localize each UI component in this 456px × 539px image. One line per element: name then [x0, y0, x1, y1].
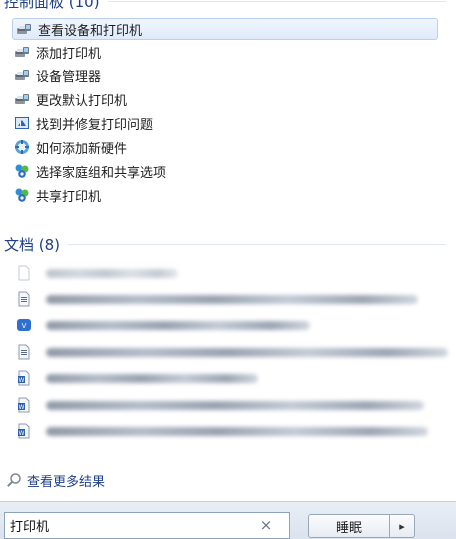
document-result[interactable]: W — [16, 396, 424, 414]
word-file-icon: W — [16, 370, 32, 386]
svg-text:W: W — [19, 404, 25, 411]
redacted-filename — [46, 294, 418, 304]
printer-icon — [14, 91, 30, 107]
divider — [68, 243, 446, 245]
see-more-label: 查看更多结果 — [27, 474, 106, 490]
clear-search-icon[interactable]: × — [257, 516, 275, 534]
divider — [107, 0, 446, 2]
visio-file-icon: V — [16, 317, 32, 333]
document-result[interactable] — [16, 343, 448, 361]
result-label: 设备管理器 — [36, 69, 102, 85]
result-label: 如何添加新硬件 — [36, 141, 128, 157]
document-file-icon — [16, 344, 32, 360]
result-label: 更改默认打印机 — [36, 93, 128, 109]
result-label: 找到并修复打印问题 — [36, 117, 154, 133]
start-menu-search-results: 控制面板 (10) 查看设备和打印机 添加打印机 设备管理器 更改默认打印机 找… — [0, 0, 456, 539]
sleep-button-label: 睡眠 — [335, 520, 362, 536]
control-panel-group-header: 控制面板 (10) — [4, 0, 446, 11]
devices-printers-icon — [16, 21, 32, 37]
document-result[interactable]: W — [16, 422, 428, 440]
search-box[interactable]: × — [4, 512, 290, 539]
document-file-icon — [16, 291, 32, 307]
document-result[interactable]: W — [16, 369, 258, 387]
result-label: 选择家庭组和共享选项 — [36, 165, 167, 181]
svg-text:V: V — [22, 322, 27, 330]
result-fix-printing-problems[interactable]: 找到并修复打印问题 — [14, 112, 153, 134]
redacted-filename — [46, 426, 428, 436]
redacted-filename — [46, 400, 424, 410]
document-result[interactable] — [16, 264, 178, 282]
documents-group-header: 文档 (8) — [4, 234, 446, 254]
result-label: 共享打印机 — [36, 189, 102, 205]
sleep-button[interactable]: 睡眠 — [308, 514, 390, 538]
word-file-icon: W — [16, 423, 32, 439]
search-bottom-bar: × 睡眠 ▸ — [0, 501, 456, 539]
blank-file-icon — [16, 265, 32, 281]
result-homegroup-sharing[interactable]: 选择家庭组和共享选项 — [14, 160, 166, 182]
device-manager-icon — [14, 67, 30, 83]
search-input[interactable] — [5, 514, 250, 537]
printer-icon — [14, 44, 30, 60]
document-result[interactable]: V — [16, 316, 310, 334]
see-more-results-link[interactable]: 查看更多结果 — [6, 470, 105, 490]
troubleshoot-icon — [14, 115, 30, 131]
result-view-devices-printers[interactable]: 查看设备和打印机 — [12, 18, 438, 40]
result-add-new-hardware[interactable]: 如何添加新硬件 — [14, 136, 127, 158]
result-add-printer[interactable]: 添加打印机 — [14, 41, 101, 63]
result-change-default-printer[interactable]: 更改默认打印机 — [14, 88, 127, 110]
svg-text:W: W — [19, 430, 25, 437]
power-options-arrow-button[interactable]: ▸ — [389, 514, 415, 538]
word-file-icon: W — [16, 397, 32, 413]
result-share-printer[interactable]: 共享打印机 — [14, 184, 101, 206]
hardware-icon — [14, 139, 30, 155]
result-label: 查看设备和打印机 — [38, 23, 143, 39]
redacted-filename — [46, 268, 178, 278]
chevron-right-icon: ▸ — [399, 519, 405, 533]
redacted-filename — [46, 347, 448, 357]
search-icon — [6, 472, 22, 488]
document-result[interactable] — [16, 290, 418, 308]
homegroup-icon — [14, 163, 30, 179]
result-device-manager[interactable]: 设备管理器 — [14, 64, 101, 86]
result-label: 添加打印机 — [36, 46, 102, 62]
control-panel-header-text: 控制面板 (10) — [4, 0, 100, 11]
redacted-filename — [46, 373, 258, 383]
svg-text:W: W — [19, 377, 25, 384]
homegroup-icon — [14, 187, 30, 203]
documents-header-text: 文档 (8) — [4, 235, 61, 254]
redacted-filename — [46, 320, 310, 330]
